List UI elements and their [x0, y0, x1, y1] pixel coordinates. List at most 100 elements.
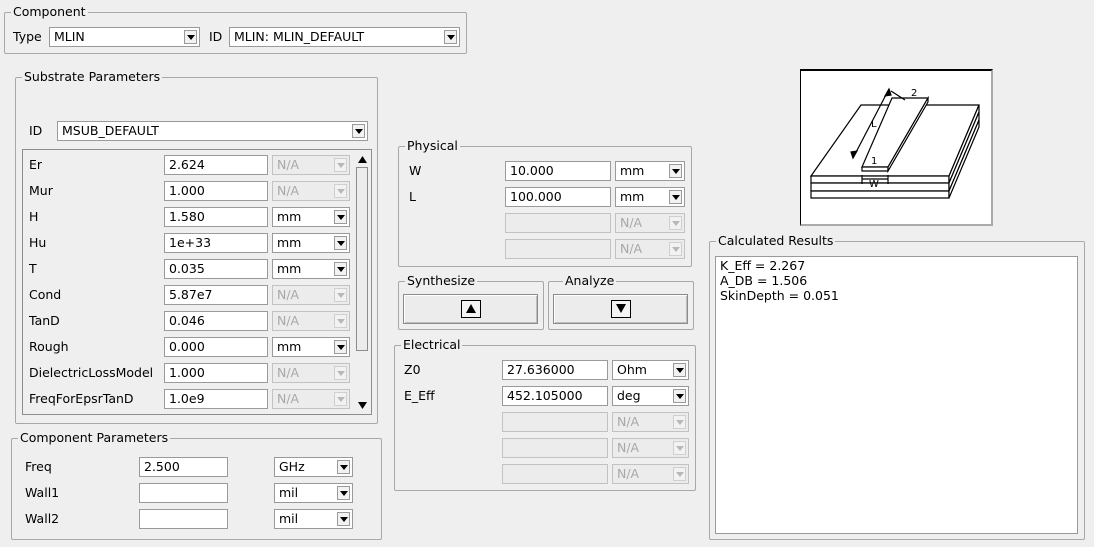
scrollbar-thumb[interactable] [356, 167, 368, 351]
param-label-er: Er [29, 157, 43, 172]
chevron-down-icon [669, 216, 682, 230]
param-label-freq: Freq [25, 459, 52, 474]
param-unit-t[interactable]: mm [272, 259, 350, 279]
param-unit-freq-for-epsr-tand: N/A [272, 389, 350, 409]
unit-value: mm [277, 261, 302, 276]
chevron-down-icon [334, 314, 347, 328]
param-unit-rough[interactable]: mm [272, 337, 350, 357]
param-unit-w[interactable]: mm [615, 161, 685, 181]
param-label-tand: TanD [29, 313, 60, 328]
unit-value: N/A [617, 440, 640, 455]
param-label-e-eff: E_Eff [404, 388, 435, 403]
unit-value: mm [620, 163, 645, 178]
param-input-mur[interactable]: 1.000 [164, 181, 268, 201]
unit-value: N/A [277, 313, 300, 328]
param-unit-er: N/A [272, 155, 350, 175]
param-input-w[interactable]: 10.000 [505, 161, 611, 181]
component-id-label: ID [209, 29, 223, 44]
physical-input-4 [505, 239, 611, 259]
results-textbox[interactable]: K_Eff = 2.267 A_DB = 1.506 SkinDepth = 0… [715, 256, 1078, 534]
port-2-label: 2 [911, 88, 917, 99]
chevron-down-icon [673, 467, 686, 481]
component-id-select[interactable]: MLIN: MLIN_DEFAULT [229, 27, 460, 47]
microstrip-line-diagram: L W 1 2 [800, 69, 993, 226]
component-params-title: Component Parameters [18, 430, 171, 445]
unit-value: N/A [617, 414, 640, 429]
param-label-dielectric-loss-model: DielectricLossModel [29, 365, 154, 380]
param-unit-l[interactable]: mm [615, 187, 685, 207]
chevron-down-icon [337, 486, 350, 500]
chevron-down-icon [669, 164, 682, 178]
param-input-cond[interactable]: 5.87e7 [164, 285, 268, 305]
physical-input-3 [505, 213, 611, 233]
param-input-h[interactable]: 1.580 [164, 207, 268, 227]
electrical-unit-3: N/A [612, 412, 689, 432]
unit-value: N/A [277, 157, 300, 172]
type-label: Type [13, 29, 42, 44]
param-unit-z0[interactable]: Ohm [612, 360, 689, 380]
unit-value: mm [277, 235, 302, 250]
param-input-t[interactable]: 0.035 [164, 259, 268, 279]
chevron-down-icon [337, 460, 350, 474]
unit-value: N/A [277, 391, 300, 406]
param-unit-e-eff[interactable]: deg [612, 386, 689, 406]
param-label-wall2: Wall2 [25, 511, 60, 526]
chevron-down-icon [334, 340, 347, 354]
param-input-e-eff[interactable]: 452.105000 [502, 386, 608, 406]
physical-unit-4: N/A [615, 239, 685, 259]
synthesize-button[interactable] [403, 294, 538, 324]
substrate-id-select[interactable]: MSUB_DEFAULT [57, 121, 368, 141]
param-input-l[interactable]: 100.000 [505, 187, 611, 207]
substrate-id-select-value: MSUB_DEFAULT [62, 123, 159, 138]
scroll-up-icon[interactable] [357, 154, 368, 165]
param-input-freq[interactable]: 2.500 [139, 457, 228, 477]
chevron-down-icon [334, 262, 347, 276]
param-unit-wall1[interactable]: mil [274, 483, 353, 503]
electrical-unit-4: N/A [612, 438, 689, 458]
analyze-button[interactable] [553, 294, 688, 324]
unit-value: N/A [277, 287, 300, 302]
unit-value: N/A [617, 466, 640, 481]
electrical-unit-5: N/A [612, 464, 689, 484]
width-label: W [869, 179, 879, 190]
param-unit-mur: N/A [272, 181, 350, 201]
component-group-title: Component [11, 4, 88, 19]
scroll-down-icon[interactable] [357, 400, 368, 411]
param-input-wall2[interactable] [139, 509, 228, 529]
substrate-group-title: Substrate Parameters [22, 69, 163, 84]
param-input-dielectric-loss-model[interactable]: 1.000 [164, 363, 268, 383]
param-input-tand[interactable]: 0.046 [164, 311, 268, 331]
arrow-down-icon [610, 300, 631, 318]
param-input-rough[interactable]: 0.000 [164, 337, 268, 357]
chevron-down-icon [673, 415, 686, 429]
param-unit-wall2[interactable]: mil [274, 509, 353, 529]
param-unit-hu[interactable]: mm [272, 233, 350, 253]
param-label-wall1: Wall1 [25, 485, 60, 500]
electrical-input-5 [502, 464, 608, 484]
param-input-freq-for-epsr-tand[interactable]: 1.0e9 [164, 389, 268, 409]
substrate-scrollbar[interactable] [356, 152, 370, 412]
chevron-down-icon [334, 236, 347, 250]
param-input-wall1[interactable] [139, 483, 228, 503]
unit-value: N/A [277, 365, 300, 380]
chevron-down-icon [184, 30, 197, 44]
param-label-t: T [29, 261, 37, 276]
param-unit-dielectric-loss-model: N/A [272, 363, 350, 383]
chevron-down-icon [444, 30, 457, 44]
param-unit-freq[interactable]: GHz [274, 457, 353, 477]
physical-unit-3: N/A [615, 213, 685, 233]
param-unit-h[interactable]: mm [272, 207, 350, 227]
param-input-z0[interactable]: 27.636000 [502, 360, 608, 380]
chevron-down-icon [673, 363, 686, 377]
chevron-down-icon [337, 512, 350, 526]
param-input-er[interactable]: 2.624 [164, 155, 268, 175]
port-1-label: 1 [871, 156, 877, 167]
length-label: L [871, 119, 877, 130]
result-k-eff: K_Eff = 2.267 [720, 258, 806, 273]
param-label-w: W [409, 163, 422, 178]
type-select[interactable]: MLIN [49, 27, 200, 47]
unit-value: N/A [620, 215, 643, 230]
electrical-group-title: Electrical [401, 337, 463, 352]
results-group-title: Calculated Results [716, 233, 836, 248]
param-input-hu[interactable]: 1e+33 [164, 233, 268, 253]
